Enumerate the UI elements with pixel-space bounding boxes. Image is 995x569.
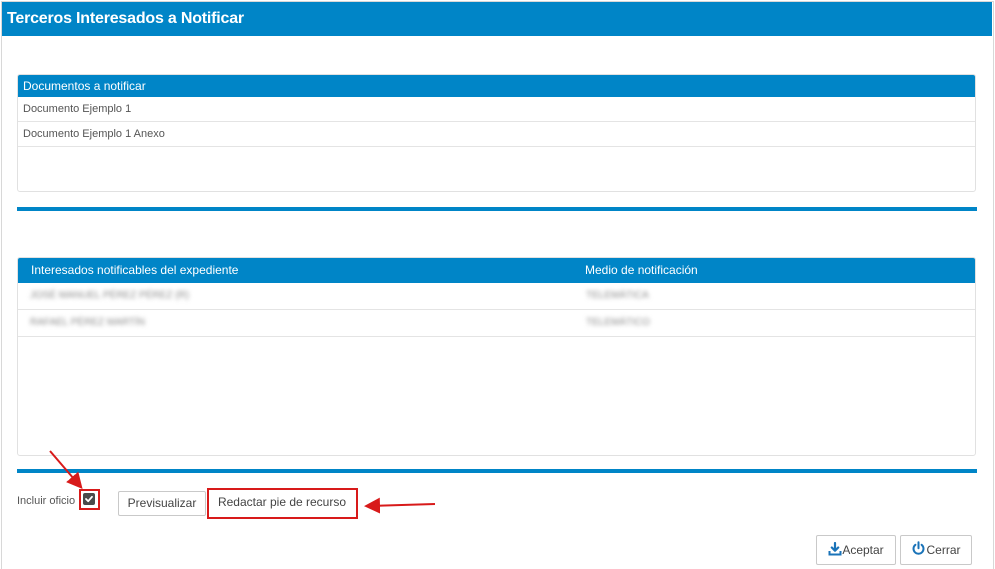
- arrow-to-checkbox: [49, 450, 83, 490]
- annotation-arrows: [49, 450, 436, 514]
- arrow-to-redactar: [364, 497, 436, 514]
